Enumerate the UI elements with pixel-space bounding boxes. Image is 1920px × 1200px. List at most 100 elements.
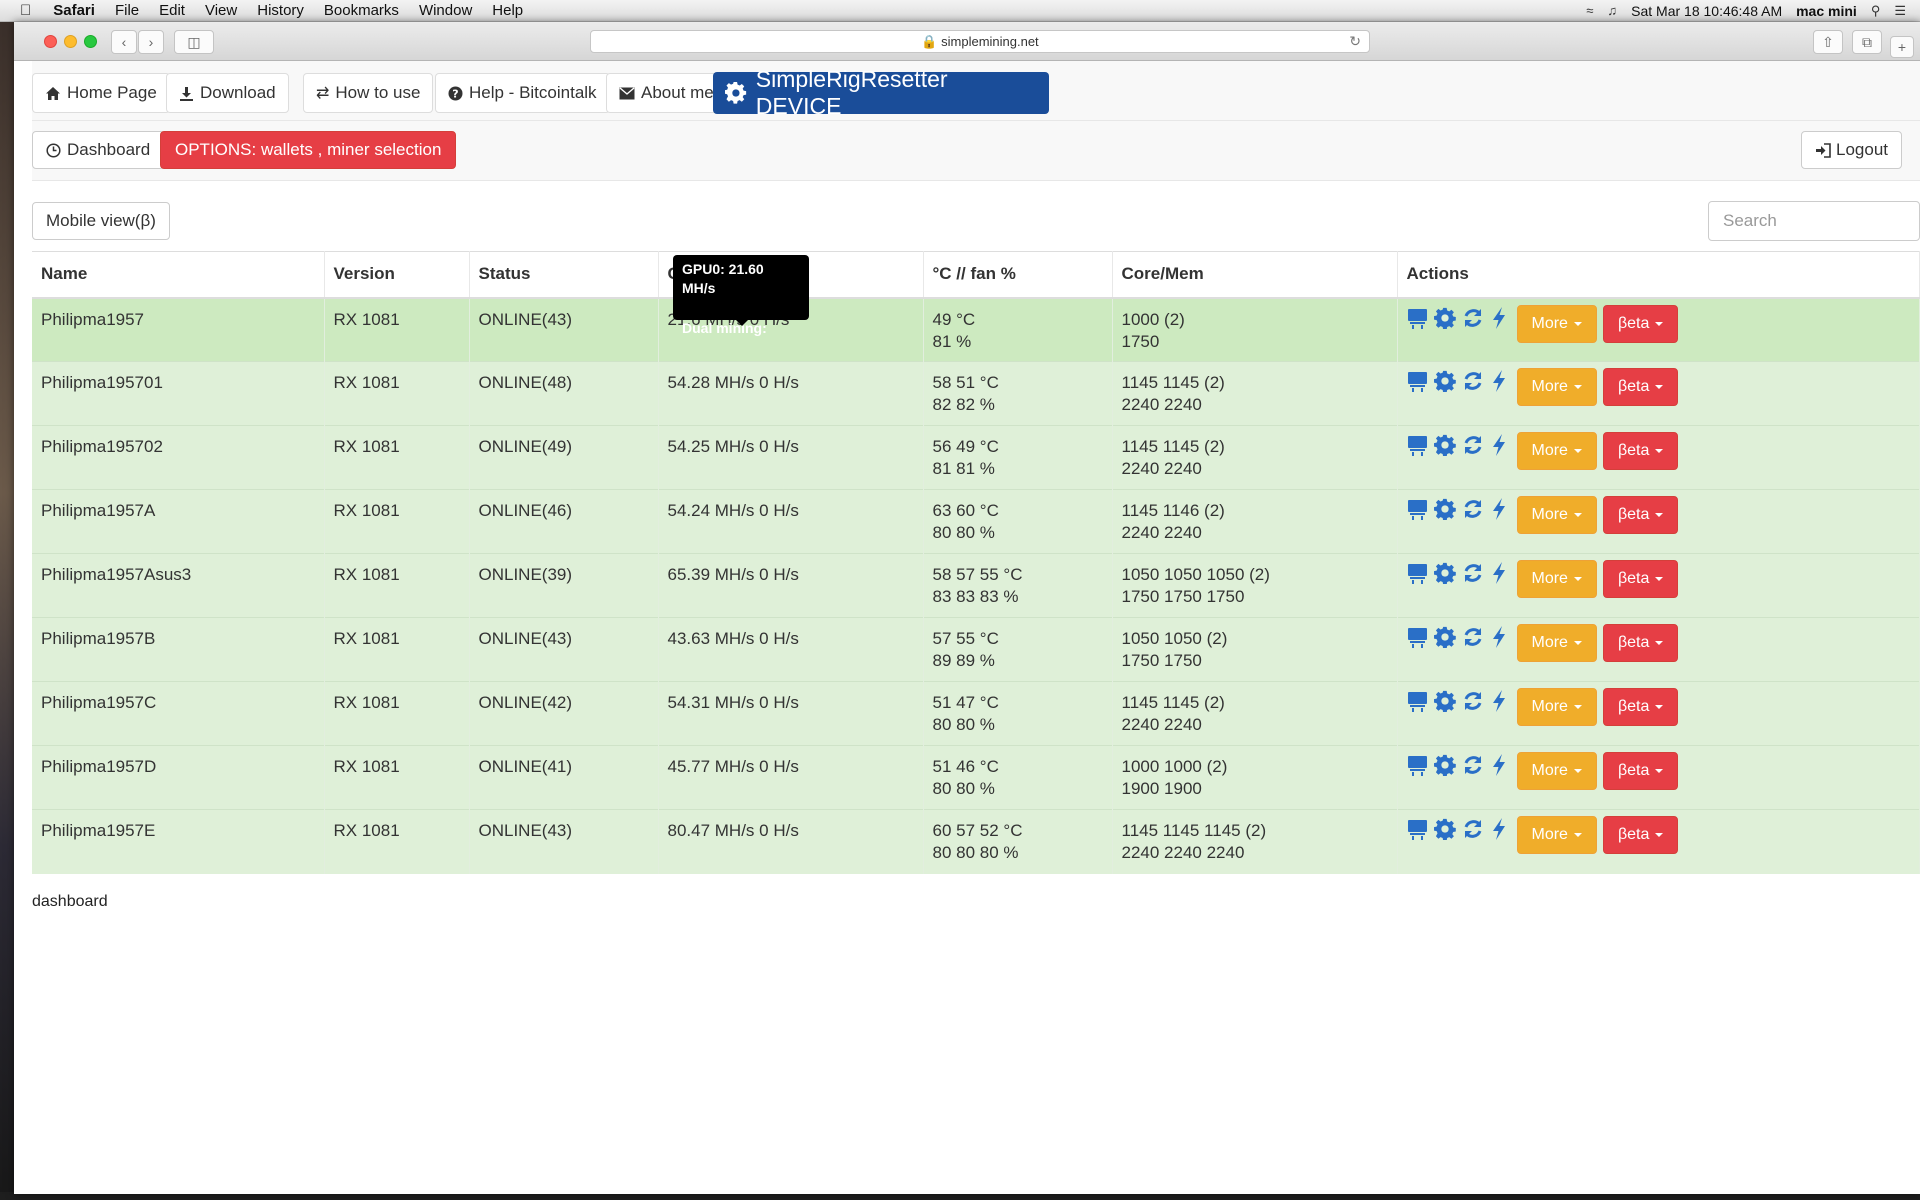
beta-dropdown-button[interactable]: βeta — [1602, 816, 1679, 854]
refresh-icon[interactable] — [1462, 754, 1484, 776]
rig-hashrate[interactable]: 80.47 MH/s 0 H/s — [668, 821, 799, 840]
beta-dropdown-button[interactable]: βeta — [1602, 432, 1679, 470]
monitor-icon[interactable] — [1407, 626, 1428, 648]
rig-name[interactable]: Philipma1957C — [41, 693, 156, 712]
refresh-icon[interactable] — [1462, 690, 1484, 712]
volume-icon[interactable]: ♫ — [1607, 3, 1617, 18]
rig-name[interactable]: Philipma1957E — [41, 821, 155, 840]
settings-gear-icon[interactable] — [1433, 690, 1456, 712]
rig-hashrate[interactable]: 54.24 MH/s 0 H/s — [668, 501, 799, 520]
more-dropdown-button[interactable]: More — [1516, 816, 1597, 854]
refresh-icon[interactable] — [1462, 307, 1484, 329]
reload-icon[interactable]: ↻ — [1349, 31, 1361, 52]
more-dropdown-button[interactable]: More — [1516, 688, 1597, 726]
apple-menu-icon[interactable]:  — [0, 0, 43, 22]
dashboard-button[interactable]: Dashboard — [32, 131, 165, 169]
menu-bookmarks[interactable]: Bookmarks — [314, 0, 409, 22]
rig-name[interactable]: Philipma1957A — [41, 501, 155, 520]
menubar-clock[interactable]: Sat Mar 18 10:46:48 AM — [1631, 3, 1782, 19]
column-header-name[interactable]: Name — [32, 251, 325, 299]
rig-hashrate[interactable]: 65.39 MH/s 0 H/s — [668, 565, 799, 584]
power-bolt-icon[interactable] — [1490, 818, 1508, 840]
more-dropdown-button[interactable]: More — [1516, 304, 1597, 343]
rig-name[interactable]: Philipma195701 — [41, 373, 163, 392]
forward-button[interactable]: › — [138, 30, 164, 54]
menu-help[interactable]: Help — [482, 0, 533, 22]
more-dropdown-button[interactable]: More — [1516, 368, 1597, 406]
settings-gear-icon[interactable] — [1433, 307, 1456, 329]
beta-dropdown-button[interactable]: βeta — [1602, 688, 1679, 726]
settings-gear-icon[interactable] — [1433, 498, 1456, 520]
menu-edit[interactable]: Edit — [149, 0, 195, 22]
settings-gear-icon[interactable] — [1433, 754, 1456, 776]
menu-history[interactable]: History — [247, 0, 314, 22]
beta-dropdown-button[interactable]: βeta — [1602, 560, 1679, 598]
refresh-icon[interactable] — [1462, 434, 1484, 456]
rig-name[interactable]: Philipma195702 — [41, 437, 163, 456]
tabs-overview-button[interactable]: ⧉ — [1852, 30, 1882, 54]
beta-dropdown-button[interactable]: βeta — [1602, 304, 1679, 343]
menu-file[interactable]: File — [105, 0, 149, 22]
rig-hashrate[interactable]: 45.77 MH/s 0 H/s — [668, 757, 799, 776]
more-dropdown-button[interactable]: More — [1516, 496, 1597, 534]
new-tab-button[interactable]: + — [1890, 36, 1914, 58]
app-menu-safari[interactable]: Safari — [43, 0, 105, 22]
notification-center-icon[interactable]: ☰ — [1894, 3, 1906, 19]
sidebar-toggle-button[interactable]: ◫ — [174, 30, 214, 54]
refresh-icon[interactable] — [1462, 818, 1484, 840]
search-input[interactable] — [1708, 201, 1920, 241]
nav-download-button[interactable]: Download — [166, 73, 289, 113]
more-dropdown-button[interactable]: More — [1516, 752, 1597, 790]
settings-gear-icon[interactable] — [1433, 434, 1456, 456]
more-dropdown-button[interactable]: More — [1516, 560, 1597, 598]
settings-gear-icon[interactable] — [1433, 562, 1456, 584]
rig-hashrate[interactable]: 54.31 MH/s 0 H/s — [668, 693, 799, 712]
settings-gear-icon[interactable] — [1433, 370, 1456, 392]
more-dropdown-button[interactable]: More — [1516, 624, 1597, 662]
rig-name[interactable]: Philipma1957D — [41, 757, 156, 776]
column-header-version[interactable]: Version — [324, 251, 470, 299]
nav-about-button[interactable]: About me — [606, 73, 727, 113]
monitor-icon[interactable] — [1407, 562, 1428, 584]
menu-window[interactable]: Window — [409, 0, 482, 22]
close-window-button[interactable] — [44, 35, 57, 48]
power-bolt-icon[interactable] — [1490, 562, 1508, 584]
refresh-icon[interactable] — [1462, 370, 1484, 392]
nav-help-button[interactable]: ? Help - Bitcointalk — [435, 73, 610, 113]
minimize-window-button[interactable] — [64, 35, 77, 48]
spotlight-icon[interactable]: ⚲ — [1871, 3, 1881, 19]
beta-dropdown-button[interactable]: βeta — [1602, 368, 1679, 406]
wifi-icon[interactable]: ≈ — [1586, 3, 1593, 18]
rig-hashrate[interactable]: 43.63 MH/s 0 H/s — [668, 629, 799, 648]
monitor-icon[interactable] — [1407, 498, 1428, 520]
nav-home-button[interactable]: Home Page — [32, 73, 170, 113]
rig-hashrate[interactable]: 54.25 MH/s 0 H/s — [668, 437, 799, 456]
menubar-user[interactable]: mac mini — [1796, 3, 1857, 19]
rig-name[interactable]: Philipma1957 — [41, 310, 144, 329]
brand-button[interactable]: SimpleRigResetter DEVICE — [713, 66, 1049, 119]
monitor-icon[interactable] — [1407, 754, 1428, 776]
power-bolt-icon[interactable] — [1490, 626, 1508, 648]
menu-view[interactable]: View — [195, 0, 247, 22]
back-button[interactable]: ‹ — [111, 30, 137, 54]
settings-gear-icon[interactable] — [1433, 818, 1456, 840]
nav-how-to-use-button[interactable]: ⇄ How to use — [303, 73, 434, 113]
more-dropdown-button[interactable]: More — [1516, 432, 1597, 470]
power-bolt-icon[interactable] — [1490, 306, 1508, 329]
power-bolt-icon[interactable] — [1490, 690, 1508, 712]
column-header-core-mem[interactable]: Core/Mem — [1112, 251, 1398, 299]
power-bolt-icon[interactable] — [1490, 370, 1508, 392]
power-bolt-icon[interactable] — [1490, 754, 1508, 776]
monitor-icon[interactable] — [1407, 307, 1428, 329]
column-header-status[interactable]: Status — [469, 251, 659, 299]
settings-gear-icon[interactable] — [1433, 626, 1456, 648]
refresh-icon[interactable] — [1462, 626, 1484, 648]
monitor-icon[interactable] — [1407, 818, 1428, 840]
monitor-icon[interactable] — [1407, 434, 1428, 456]
beta-dropdown-button[interactable]: βeta — [1602, 624, 1679, 662]
options-button[interactable]: OPTIONS: wallets , miner selection — [160, 131, 457, 169]
zoom-window-button[interactable] — [84, 35, 97, 48]
power-bolt-icon[interactable] — [1490, 434, 1508, 456]
refresh-icon[interactable] — [1462, 562, 1484, 584]
beta-dropdown-button[interactable]: βeta — [1602, 752, 1679, 790]
